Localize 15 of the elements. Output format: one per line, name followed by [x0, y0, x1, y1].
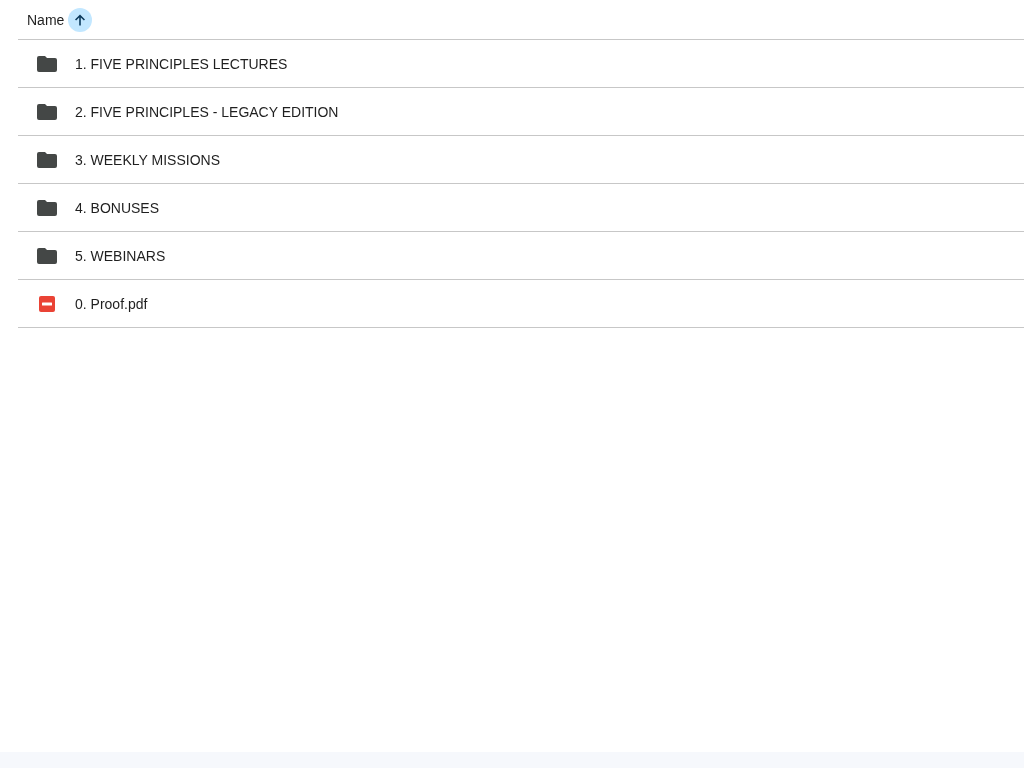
file-name: 2. FIVE PRINCIPLES - LEGACY EDITION [75, 103, 339, 120]
file-row[interactable]: 4. BONUSES [18, 184, 1024, 232]
file-name: 4. BONUSES [75, 199, 160, 216]
file-name: 1. FIVE PRINCIPLES LECTURES [75, 55, 288, 72]
sort-button[interactable] [68, 7, 93, 32]
file-row[interactable]: 3. WEEKLY MISSIONS [18, 136, 1024, 184]
file-row[interactable]: 5. WEBINARS [18, 232, 1024, 280]
file-name: 5. WEBINARS [75, 247, 166, 264]
sort-arrow-icon [73, 12, 88, 27]
file-row[interactable]: 1. FIVE PRINCIPLES LECTURES [18, 40, 1024, 88]
file-row[interactable]: 2. FIVE PRINCIPLES - LEGACY EDITION [18, 88, 1024, 136]
file-name: 0. Proof.pdf [75, 295, 148, 312]
file-row[interactable]: 0. Proof.pdf [18, 280, 1024, 328]
column-header[interactable]: Name [27, 11, 65, 28]
file-name: 3. WEEKLY MISSIONS [75, 151, 220, 168]
